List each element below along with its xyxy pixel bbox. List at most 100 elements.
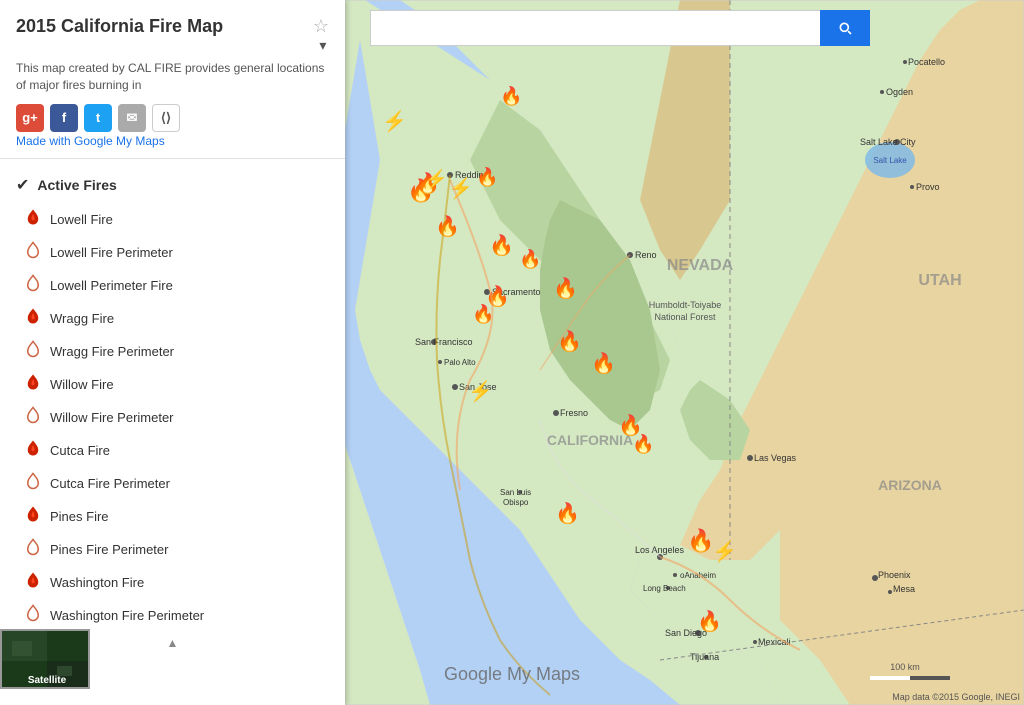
fire-icon-flame	[24, 208, 42, 231]
twitter-button[interactable]: t	[84, 104, 112, 132]
fire-label: Cutca Fire Perimeter	[50, 476, 170, 491]
fire-list-item[interactable]: Lowell Fire	[8, 203, 337, 236]
svg-text:UTAH: UTAH	[918, 272, 961, 289]
svg-text:Fresno: Fresno	[560, 408, 588, 418]
svg-text:Mesa: Mesa	[893, 584, 915, 594]
layer-title: Active Fires	[37, 177, 116, 193]
svg-text:🔥: 🔥	[435, 214, 460, 238]
svg-text:🔥: 🔥	[591, 351, 616, 375]
svg-text:⚡: ⚡	[468, 379, 493, 403]
sidebar-panel: 2015 California Fire Map ☆ ▾ This map cr…	[0, 0, 345, 705]
fire-icon-perimeter	[24, 274, 42, 297]
fire-list-item[interactable]: Cutca Fire	[8, 434, 337, 467]
svg-text:Palo Alto: Palo Alto	[444, 358, 476, 367]
sidebar-content[interactable]: ✔ Active Fires Lowell Fire Lowell Fire P…	[0, 159, 345, 705]
svg-text:Salt Lake City: Salt Lake City	[860, 137, 916, 147]
search-bar	[370, 10, 870, 46]
fire-label: Willow Fire Perimeter	[50, 410, 174, 425]
svg-text:Satellite: Satellite	[28, 675, 67, 686]
fire-icon-perimeter	[24, 241, 42, 264]
expand-icon[interactable]: ▾	[319, 37, 326, 54]
svg-text:⚡: ⚡	[425, 168, 447, 190]
svg-text:San Francisco: San Francisco	[415, 337, 473, 347]
svg-text:100 km: 100 km	[890, 662, 920, 672]
fire-list-item[interactable]: Cutca Fire Perimeter	[8, 467, 337, 500]
fire-list-item[interactable]: Wragg Fire	[8, 302, 337, 335]
fire-label: Lowell Perimeter Fire	[50, 278, 173, 293]
svg-text:Phoenix: Phoenix	[878, 570, 911, 580]
share-button[interactable]: ⟨⟩	[152, 104, 180, 132]
fire-label: Wragg Fire Perimeter	[50, 344, 174, 359]
google-plus-button[interactable]: g+	[16, 104, 44, 132]
svg-text:🔥: 🔥	[476, 166, 498, 187]
search-button[interactable]	[820, 10, 870, 46]
fire-list-item[interactable]: Lowell Perimeter Fire	[8, 269, 337, 302]
fire-icon-perimeter	[24, 472, 42, 495]
svg-text:⚡: ⚡	[712, 539, 737, 563]
svg-text:🔥: 🔥	[557, 329, 582, 353]
svg-text:🔥: 🔥	[500, 85, 522, 106]
svg-text:🔥: 🔥	[553, 276, 578, 300]
svg-text:🔥: 🔥	[555, 501, 580, 525]
google-watermark: Google My Maps	[444, 664, 580, 685]
svg-text:Long Beach: Long Beach	[643, 584, 686, 593]
svg-text:ARIZONA: ARIZONA	[878, 477, 942, 493]
satellite-thumbnail[interactable]: Satellite	[0, 629, 90, 689]
search-input[interactable]	[370, 10, 820, 46]
svg-text:NEVADA: NEVADA	[667, 257, 734, 274]
fire-icon-perimeter	[24, 604, 42, 627]
fire-icon-perimeter	[24, 340, 42, 363]
fire-icon-flame	[24, 307, 42, 330]
svg-text:🔥: 🔥	[632, 433, 654, 454]
svg-text:🔥: 🔥	[687, 528, 714, 553]
fire-list-item[interactable]: Willow Fire	[8, 368, 337, 401]
email-button[interactable]: ✉	[118, 104, 146, 132]
active-fires-checkbox[interactable]: ✔	[16, 175, 29, 195]
sidebar-header: 2015 California Fire Map ☆ ▾ This map cr…	[0, 0, 345, 159]
svg-text:⚡: ⚡	[448, 176, 473, 200]
svg-text:Obispo: Obispo	[503, 498, 529, 507]
fire-icon-perimeter	[24, 538, 42, 561]
social-icons-row: g+ f t ✉ ⟨⟩	[16, 104, 329, 132]
fire-label: Lowell Fire Perimeter	[50, 245, 173, 260]
fire-list-item[interactable]: Wragg Fire Perimeter	[8, 335, 337, 368]
svg-text:Humboldt-Toiyabe: Humboldt-Toiyabe	[649, 300, 722, 310]
fire-list: Lowell Fire Lowell Fire Perimeter Lowell…	[0, 203, 345, 632]
svg-text:🔥: 🔥	[489, 233, 514, 257]
fire-list-item[interactable]: Willow Fire Perimeter	[8, 401, 337, 434]
svg-text:Provo: Provo	[916, 182, 940, 192]
fire-list-item[interactable]: Washington Fire	[8, 566, 337, 599]
svg-text:⚡: ⚡	[382, 109, 407, 133]
fire-icon-flame	[24, 373, 42, 396]
fire-label: Wragg Fire	[50, 311, 114, 326]
svg-text:🔥: 🔥	[697, 609, 722, 633]
svg-text:National Forest: National Forest	[654, 312, 716, 322]
svg-text:Ogden: Ogden	[886, 87, 913, 97]
svg-text:Salt Lake: Salt Lake	[873, 156, 907, 165]
fire-icon-perimeter	[24, 406, 42, 429]
svg-text:Los Angeles: Los Angeles	[635, 545, 685, 555]
fire-label: Lowell Fire	[50, 212, 113, 227]
fire-icon-flame	[24, 505, 42, 528]
svg-text:San Luis: San Luis	[500, 488, 531, 497]
fire-label: Washington Fire	[50, 575, 144, 590]
made-with-link[interactable]: Made with Google My Maps	[16, 134, 165, 148]
fire-list-item[interactable]: Pines Fire	[8, 500, 337, 533]
map-description: This map created by CAL FIRE provides ge…	[16, 60, 329, 94]
svg-text:Reno: Reno	[635, 250, 657, 260]
fire-list-item[interactable]: Lowell Fire Perimeter	[8, 236, 337, 269]
map-title: 2015 California Fire Map	[16, 16, 313, 37]
fire-list-item[interactable]: Washington Fire Perimeter	[8, 599, 337, 632]
fire-label: Cutca Fire	[50, 443, 110, 458]
fire-icon-flame	[24, 571, 42, 594]
fire-list-item[interactable]: Pines Fire Perimeter	[8, 533, 337, 566]
svg-text:Map data ©2015 Google, INEGI: Map data ©2015 Google, INEGI	[892, 692, 1020, 702]
fire-label: Pines Fire Perimeter	[50, 542, 168, 557]
fire-label: Pines Fire	[50, 509, 109, 524]
facebook-button[interactable]: f	[50, 104, 78, 132]
star-icon[interactable]: ☆	[313, 16, 329, 37]
svg-text:Pocatello: Pocatello	[908, 57, 945, 67]
fire-icon-flame	[24, 439, 42, 462]
fire-label: Willow Fire	[50, 377, 114, 392]
layer-header[interactable]: ✔ Active Fires	[0, 167, 345, 203]
